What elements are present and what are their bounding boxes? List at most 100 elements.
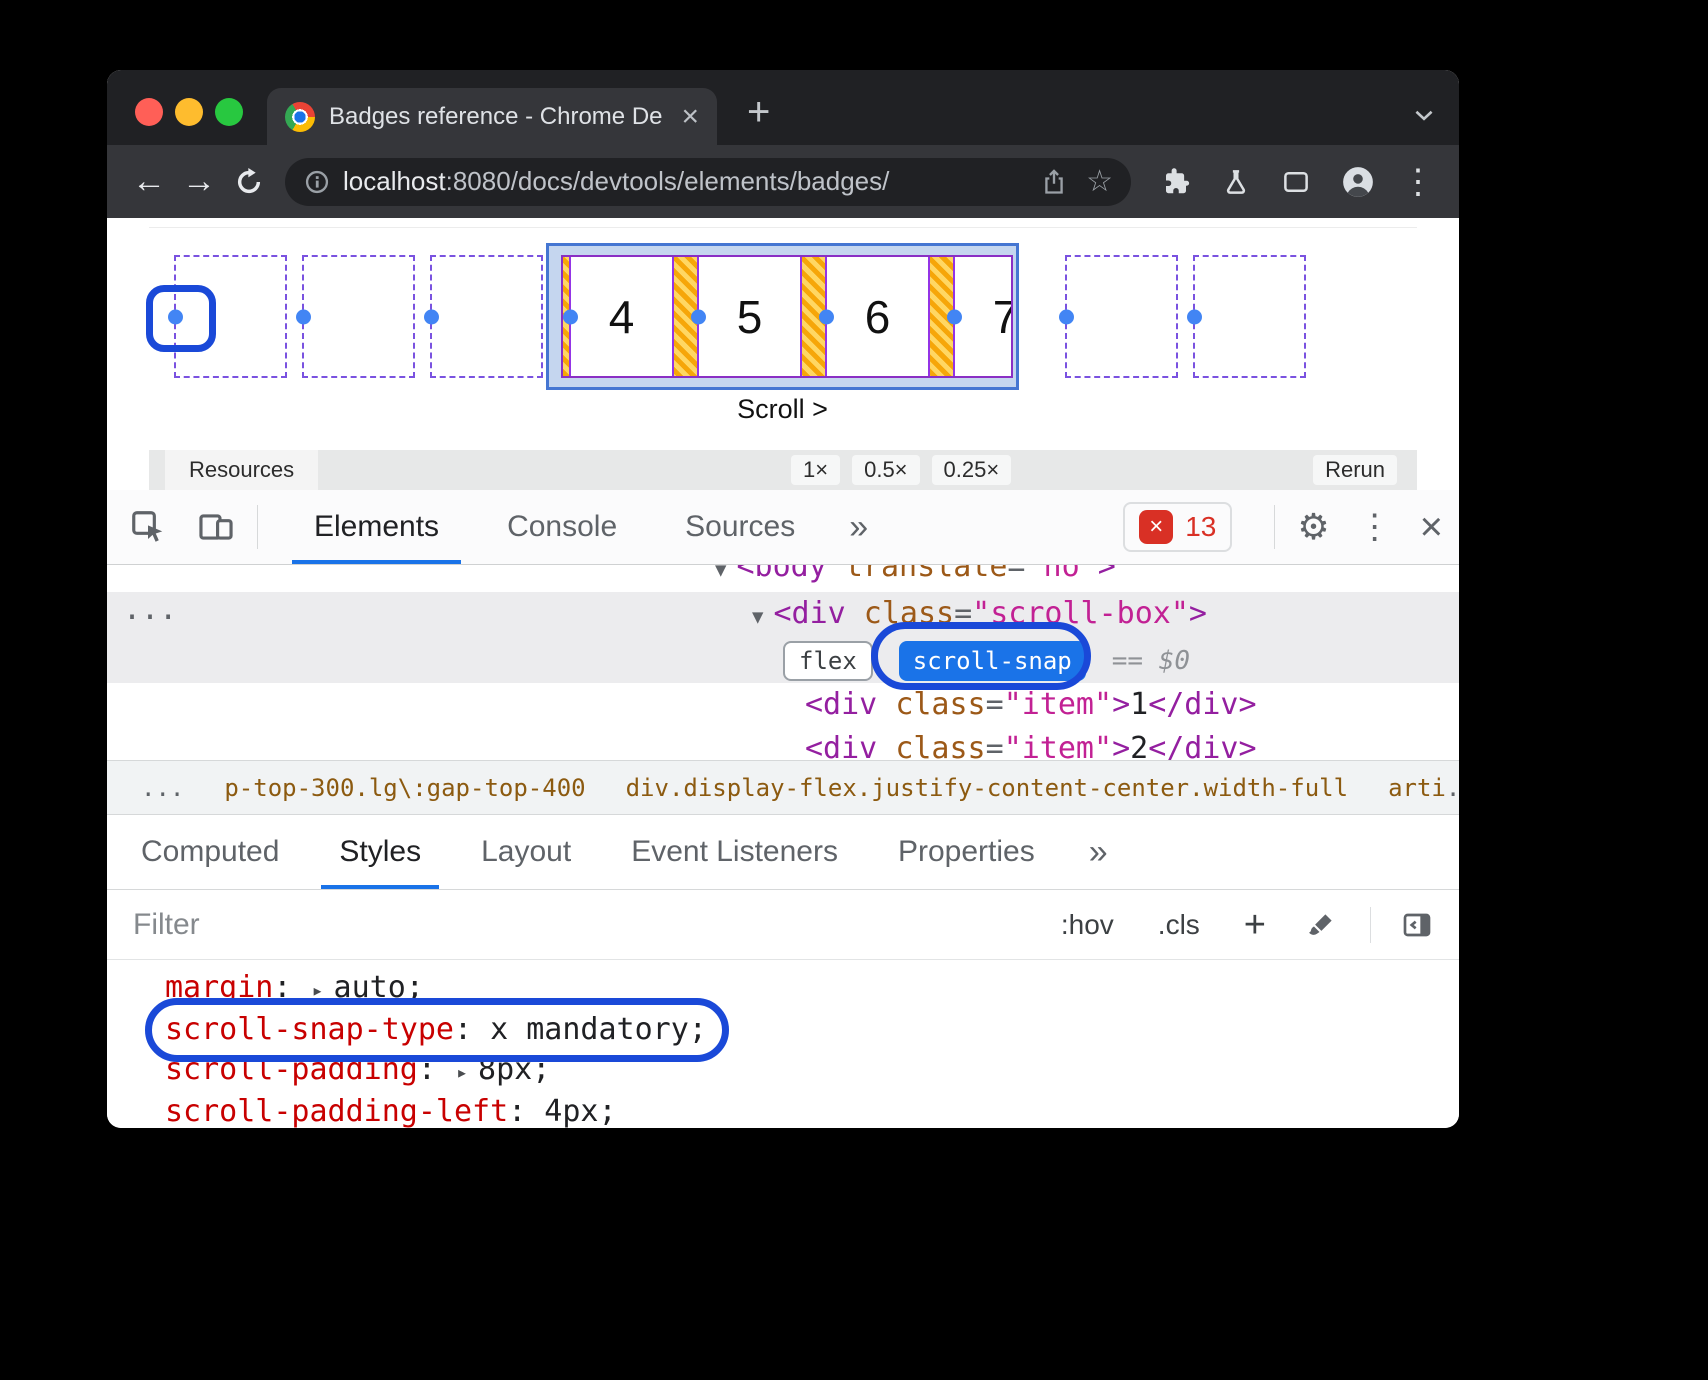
inspect-element-icon[interactable] (129, 508, 167, 546)
scroll-item: 7 (953, 257, 1013, 376)
css-property: margin (165, 970, 273, 1005)
new-style-rule-button[interactable]: + (1244, 906, 1266, 944)
address-bar[interactable]: localhost:8080/docs/devtools/elements/ba… (285, 158, 1131, 206)
tab-sources[interactable]: Sources (651, 490, 829, 564)
element-classes-button[interactable]: .cls (1158, 909, 1200, 941)
browser-menu-icon[interactable]: ⋮ (1401, 162, 1435, 202)
toolbar-divider (1274, 505, 1275, 549)
snap-point-dot (296, 309, 311, 324)
tab-console[interactable]: Console (473, 490, 651, 564)
css-rule-scroll-padding[interactable]: scroll-padding: ▸8px; (165, 1050, 1459, 1092)
tab-close-icon[interactable]: × (681, 102, 699, 132)
site-info-icon[interactable] (303, 168, 331, 196)
tree-node-scroll-box[interactable]: ▼<div class="scroll-box"> (107, 592, 1459, 639)
rerun-button[interactable]: Rerun (1313, 455, 1397, 485)
breadcrumb-item[interactable]: arti (1388, 774, 1446, 802)
more-tabs-icon[interactable]: » (1089, 833, 1108, 872)
snap-target-box (302, 255, 415, 378)
back-button[interactable]: ← (127, 162, 171, 201)
rendering-brush-icon[interactable] (1306, 910, 1336, 940)
console-reveal-hint: == $0 (1112, 639, 1190, 683)
zoom-025x-button[interactable]: 0.25× (932, 455, 1012, 485)
tab-properties[interactable]: Properties (868, 815, 1065, 889)
tree-node-item-2[interactable]: <div class="item">2</div> (107, 727, 1459, 760)
breadcrumb-item[interactable]: p-top-300.lg\:gap-top-400 (224, 774, 585, 802)
tab-styles[interactable]: Styles (309, 815, 451, 889)
styles-sidebar-tabs: Computed Styles Layout Event Listeners P… (107, 815, 1459, 890)
zoom-05x-button[interactable]: 0.5× (852, 455, 919, 485)
breadcrumb-right-ellipsis[interactable]: ... (1446, 774, 1459, 802)
toolbar-divider (257, 505, 258, 549)
devtools-menu-icon[interactable]: ⋮ (1358, 507, 1392, 547)
attr-equals: = (986, 731, 1004, 760)
css-value: 4px; (544, 1094, 616, 1128)
scroll-item: 6 (825, 257, 930, 376)
settings-gear-icon[interactable]: ⚙ (1297, 506, 1329, 548)
attr-value: "no" (1025, 565, 1097, 584)
styles-filter-bar: :hov .cls + (107, 890, 1459, 960)
css-colon: : (273, 970, 309, 1005)
error-status-badge[interactable]: × 13 (1123, 502, 1232, 552)
expand-arrow-icon[interactable]: ▼ (715, 565, 726, 581)
breadcrumb-item[interactable]: div.display-flex.justify-content-center.… (626, 774, 1348, 802)
new-tab-button[interactable]: + (747, 92, 770, 132)
profile-avatar[interactable] (1341, 165, 1375, 199)
css-colon: : (508, 1094, 544, 1128)
tree-node-item-1[interactable]: <div class="item">1</div> (107, 683, 1459, 727)
attr-equals: = (1007, 565, 1025, 584)
styles-pane: margin: ▸auto; scroll-snap-type: x manda… (107, 960, 1459, 1128)
browser-tab[interactable]: Badges reference - Chrome De × (267, 88, 717, 145)
tag-end: </div> (1148, 687, 1256, 722)
tab-event-listeners[interactable]: Event Listeners (601, 815, 868, 889)
attr-value: "item" (1004, 731, 1112, 760)
resources-tab[interactable]: Resources (165, 450, 318, 490)
window-minimize-button[interactable] (175, 98, 203, 126)
zoom-1x-button[interactable]: 1× (791, 455, 840, 485)
breadcrumb: ... p-top-300.lg\:gap-top-400 div.displa… (107, 760, 1459, 815)
toggle-sidebar-icon[interactable] (1401, 909, 1433, 941)
window-close-button[interactable] (135, 98, 163, 126)
selected-tree-node[interactable]: ▼<div class="scroll-box"> flex scroll-sn… (107, 592, 1459, 683)
tab-search-chevron-icon[interactable] (1411, 102, 1437, 128)
scroll-snap-badge[interactable]: scroll-snap (899, 641, 1086, 681)
extensions-puzzle-icon[interactable] (1161, 167, 1191, 197)
window-zoom-button[interactable] (215, 98, 243, 126)
snap-point-dot (819, 309, 834, 324)
devtools-close-icon[interactable]: × (1420, 505, 1443, 550)
flask-extension-icon[interactable] (1221, 167, 1251, 197)
expand-triangle-icon[interactable]: ▸ (456, 1060, 468, 1084)
breadcrumb-left-ellipsis[interactable]: ... (141, 774, 184, 802)
side-panel-icon[interactable] (1281, 167, 1311, 197)
share-icon[interactable] (1040, 168, 1068, 196)
device-toolbar-icon[interactable] (197, 508, 235, 546)
reload-button[interactable] (227, 166, 271, 198)
snap-point-dot (1059, 309, 1074, 324)
forward-button[interactable]: → (177, 162, 221, 201)
expand-triangle-icon[interactable]: ▸ (312, 978, 324, 1002)
bookmark-star-icon[interactable]: ☆ (1086, 164, 1113, 199)
toggle-element-state-button[interactable]: :hov (1061, 909, 1114, 941)
css-rule-margin[interactable]: margin: ▸auto; (165, 968, 1459, 1010)
error-count: 13 (1185, 511, 1216, 543)
scroll-item: 4 (569, 257, 674, 376)
tab-strip: Badges reference - Chrome De × + (107, 70, 1459, 145)
css-rule-scroll-padding-left[interactable]: scroll-padding-left: 4px; (165, 1092, 1459, 1128)
more-tabs-icon[interactable]: » (849, 508, 868, 547)
tab-elements[interactable]: Elements (280, 490, 473, 564)
css-rule-scroll-snap-type[interactable]: scroll-snap-type: x mandatory; (165, 1010, 1459, 1050)
filter-input[interactable] (133, 908, 1017, 942)
url-text[interactable]: localhost:8080/docs/devtools/elements/ba… (343, 166, 1040, 197)
tag-open: <div (805, 687, 895, 722)
tab-title: Badges reference - Chrome De (329, 103, 667, 131)
flex-badge[interactable]: flex (783, 641, 873, 681)
chrome-logo-icon (285, 102, 315, 132)
tree-node-body[interactable]: ▼<body translate="no"> (107, 565, 1459, 592)
url-host: localhost (343, 166, 446, 196)
expand-arrow-icon[interactable]: ▼ (752, 606, 763, 628)
tab-layout[interactable]: Layout (451, 815, 601, 889)
snap-target-box (430, 255, 543, 378)
devtools-toolbar: Elements Console Sources » × 13 ⚙ ⋮ × (107, 490, 1459, 565)
error-icon: × (1139, 510, 1173, 544)
snap-point-dot (1187, 309, 1202, 324)
tab-computed[interactable]: Computed (111, 815, 309, 889)
